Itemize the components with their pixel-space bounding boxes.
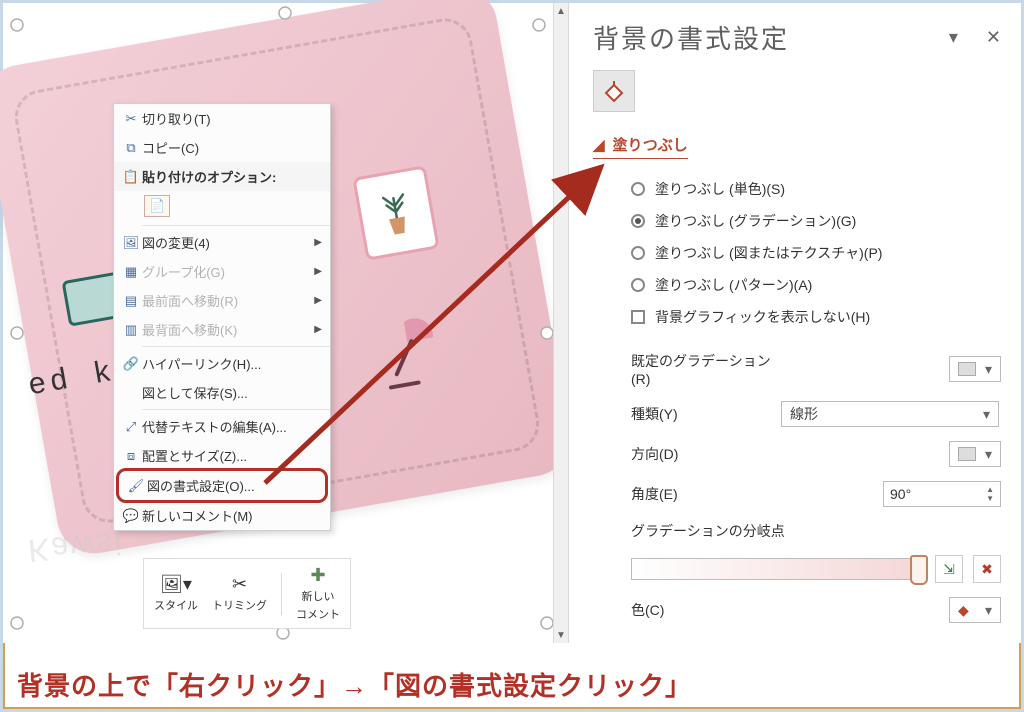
context-menu: ✂ 切り取り(T) ⧉ コピー(C) 📋 貼り付けのオプション: 📄 🖼 図の変… [113, 103, 331, 531]
pane-options-dropdown[interactable]: ▾ [949, 27, 958, 48]
mini-style[interactable]: 🖼▾ スタイル [154, 574, 198, 613]
copy-icon: ⧉ [120, 140, 142, 156]
send-back-icon: ▥ [120, 322, 142, 338]
chevron-right-icon: ▶ [314, 237, 322, 248]
crop-icon: ✂ [232, 574, 247, 595]
instruction-text: 背景の上で「右クリック」→「図の書式設定クリック」 [17, 666, 692, 703]
paint-bucket-icon: ◆ [958, 602, 969, 619]
clipboard-icon: 📋 [120, 169, 142, 185]
chevron-right-icon: ▶ [314, 295, 322, 306]
combo-stop-color[interactable]: ◆▾ [949, 597, 1001, 623]
ctx-paste-options-header: 📋 貼り付けのオプション: [114, 162, 330, 191]
ctx-size-position[interactable]: ⧈ 配置とサイズ(Z)... [114, 441, 330, 470]
scroll-up-arrow[interactable]: ▲ [554, 3, 568, 19]
paste-option-icon[interactable]: 📄 [144, 195, 170, 217]
scissors-icon: ✂ [120, 111, 142, 127]
mini-new-comment[interactable]: ✚ 新しい コメント [296, 565, 340, 622]
radio-solid-fill[interactable]: 塗りつぶし (単色)(S) [593, 173, 1001, 205]
comment-icon: 💬 [120, 508, 142, 524]
close-icon[interactable]: ✕ [986, 27, 1001, 48]
slide-canvas: ed k Kawsi ✂ 切り取り(T) ⧉ コピー(C) 📋 貼り付けのオプシ… [3, 3, 568, 643]
fill-category-button[interactable] [593, 70, 635, 112]
link-icon: 🔗 [120, 356, 142, 372]
add-gradient-stop-button[interactable]: ⇲ [935, 555, 963, 583]
collapse-triangle-icon: ◢ [593, 136, 605, 154]
comment-icon: ✚ [310, 565, 325, 586]
mini-crop[interactable]: ✂ トリミング [212, 574, 267, 613]
label-color: 色(C) [631, 600, 781, 620]
group-icon: ▦ [120, 264, 142, 280]
ctx-cut[interactable]: ✂ 切り取り(T) [114, 104, 330, 133]
desk-lamp-illustration [357, 307, 447, 397]
ctx-new-comment[interactable]: 💬 新しいコメント(M) [114, 501, 330, 530]
bring-front-icon: ▤ [120, 293, 142, 309]
ruler-icon: ⧈ [120, 448, 142, 464]
picture-icon: 🖼 [120, 235, 142, 251]
combo-preset-gradient[interactable]: ▾ [949, 356, 1001, 382]
ctx-bring-front: ▤ 最前面へ移動(R) ▶ [114, 286, 330, 315]
combo-gradient-type[interactable]: 線形▾ [781, 401, 999, 427]
ctx-edit-alt-text[interactable]: ⤢ 代替テキストの編集(A)... [114, 412, 330, 441]
label-angle: 角度(E) [631, 484, 781, 504]
ctx-format-picture[interactable]: 🖌 図の書式設定(O)... [119, 471, 325, 500]
ctx-change-picture[interactable]: 🖼 図の変更(4) ▶ [114, 228, 330, 257]
combo-gradient-direction[interactable]: ▾ [949, 441, 1001, 467]
format-icon: 🖌 [125, 478, 147, 494]
mini-toolbar: 🖼▾ スタイル ✂ トリミング ✚ 新しい コメント [143, 558, 351, 629]
style-icon: 🖼▾ [160, 574, 192, 595]
ctx-save-as-picture[interactable]: 図として保存(S)... [114, 378, 330, 407]
plant-illustration [352, 165, 439, 261]
vertical-scrollbar[interactable]: ▲ ▼ [553, 3, 569, 643]
label-preset-gradient: 既定のグラデーション(R) [631, 351, 781, 387]
ctx-copy[interactable]: ⧉ コピー(C) [114, 133, 330, 162]
radio-picture-texture-fill[interactable]: 塗りつぶし (図またはテクスチャ)(P) [593, 237, 1001, 269]
spin-angle[interactable]: 90°▲▼ [883, 481, 1001, 507]
ctx-group: ▦ グループ化(G) ▶ [114, 257, 330, 286]
gradient-stop-track[interactable] [631, 558, 925, 580]
ctx-send-back: ▥ 最背面へ移動(K) ▶ [114, 315, 330, 344]
gradient-stop-handle[interactable] [910, 555, 928, 585]
reflection-text: Kawsi [27, 524, 125, 569]
ctx-paste-icon-row[interactable]: 📄 [114, 191, 330, 223]
label-type: 種類(Y) [631, 404, 781, 424]
radio-pattern-fill[interactable]: 塗りつぶし (パターン)(A) [593, 269, 1001, 301]
pane-title: 背景の書式設定 [593, 19, 789, 56]
radio-gradient-fill[interactable]: 塗りつぶし (グラデーション)(G) [593, 205, 1001, 237]
remove-gradient-stop-button[interactable]: ✖ [973, 555, 1001, 583]
ctx-hyperlink[interactable]: 🔗 ハイパーリンク(H)... [114, 349, 330, 378]
alt-text-icon: ⤢ [120, 419, 142, 435]
check-hide-bg-graphics[interactable]: 背景グラフィックを表示しない(H) [593, 301, 1001, 333]
scroll-down-arrow[interactable]: ▼ [554, 627, 568, 643]
format-background-pane: 背景の書式設定 ▾ ✕ ◢ 塗りつぶし 塗りつぶし (単色)(S) 塗りつぶし … [569, 3, 1021, 643]
chevron-right-icon: ▶ [314, 266, 322, 277]
label-gradient-stops: グラデーションの分岐点 [631, 521, 1001, 541]
label-direction: 方向(D) [631, 444, 781, 464]
chevron-right-icon: ▶ [314, 324, 322, 335]
fill-section-header[interactable]: ◢ 塗りつぶし [593, 134, 688, 159]
